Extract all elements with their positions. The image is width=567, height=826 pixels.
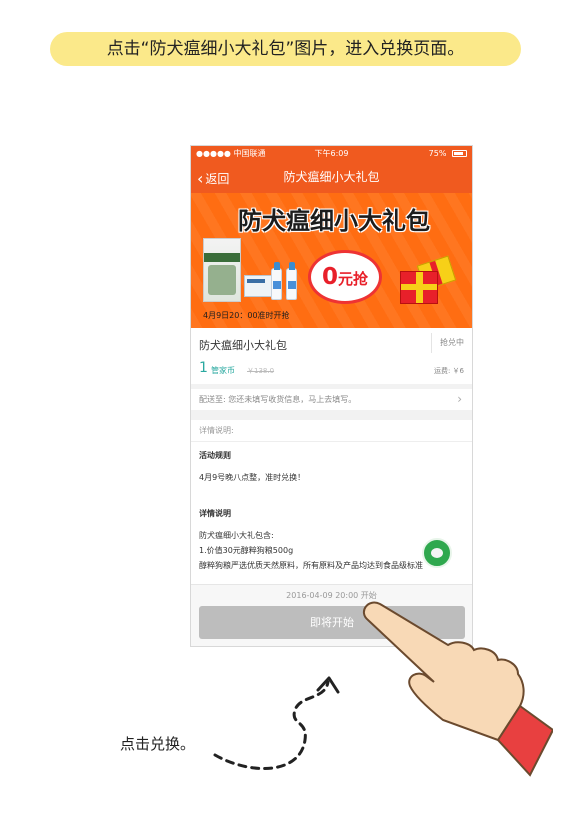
battery-indicator: 75% [429, 146, 467, 162]
dashed-arrow-icon [213, 676, 340, 770]
assistant-float-icon[interactable] [422, 538, 452, 568]
spray-bottle-icon [271, 262, 282, 300]
dog-food-bag-icon [203, 238, 241, 302]
product-name: 防犬瘟细小大礼包 [199, 339, 287, 352]
desc-line: 醇粹狗粮严选优质天然原料，所有原料及产品均达到食品级标准 [199, 561, 423, 570]
status-badge: 抢兑中 [431, 333, 472, 353]
gift-box-icon [400, 271, 438, 304]
price-suffix: 元抢 [338, 270, 369, 288]
status-bar: ●●●●● 中国联通 下午6:09 75% [191, 146, 472, 162]
shipping-fee: 运费: ￥6 [433, 367, 464, 375]
detail-header-label: 详情说明: [199, 426, 234, 435]
pointing-hand-icon [362, 601, 553, 777]
battery-icon [452, 150, 467, 157]
desc-title: 详情说明 [199, 509, 231, 518]
product-banner-image[interactable]: 防犬瘟细小大礼包 0元抢 4月9日20：00准时开抢 [191, 193, 472, 328]
banner-headline: 防犬瘟细小大礼包 [238, 207, 430, 235]
phone-screen: ●●●●● 中国联通 下午6:09 75% ‹ 返回 防犬瘟细小大礼包 防犬瘟细小… [190, 145, 473, 647]
address-row[interactable]: 配送至: 您还未填写收货信息，马上去填写。 › [191, 389, 472, 410]
product-info: 防犬瘟细小大礼包 抢兑中 1 管家币 ￥138.0 运费: ￥6 [191, 328, 472, 384]
nav-bar: ‹ 返回 防犬瘟细小大礼包 [191, 162, 472, 193]
instruction-banner: 点击“防犬瘟细小大礼包”图片，进入兑换页面。 [50, 32, 521, 66]
banner-start-note: 4月9日20：00准时开抢 [203, 311, 290, 320]
rules-text: 4月9号晚八点整，准时兑换！ [199, 473, 306, 482]
original-price: ￥138.0 [247, 367, 275, 375]
detail-header: 详情说明: [191, 420, 472, 442]
chevron-right-icon: › [457, 392, 462, 406]
price-amount: 0 [321, 264, 338, 290]
spray-bottle-icon [286, 262, 297, 300]
price-badge: 0元抢 [308, 250, 382, 304]
address-text: 配送至: 您还未填写收货信息，马上去填写。 [199, 395, 357, 404]
battery-percent: 75% [428, 149, 447, 158]
page-title: 防犬瘟细小大礼包 [283, 170, 380, 184]
desc-line: 1.价值30元醇粹狗粮500g [199, 546, 294, 555]
points-price: 1 [199, 360, 208, 376]
rules-title: 活动规则 [199, 451, 231, 460]
desc-line: 防犬瘟细小大礼包含: [199, 531, 274, 540]
points-unit: 管家币 [211, 366, 235, 375]
detail-content: 活动规则 4月9号晚八点整，准时兑换！ 详情说明 防犬瘟细小大礼包含: 1.价值… [191, 442, 472, 592]
caption-text: 点击兑换。 [120, 735, 196, 753]
